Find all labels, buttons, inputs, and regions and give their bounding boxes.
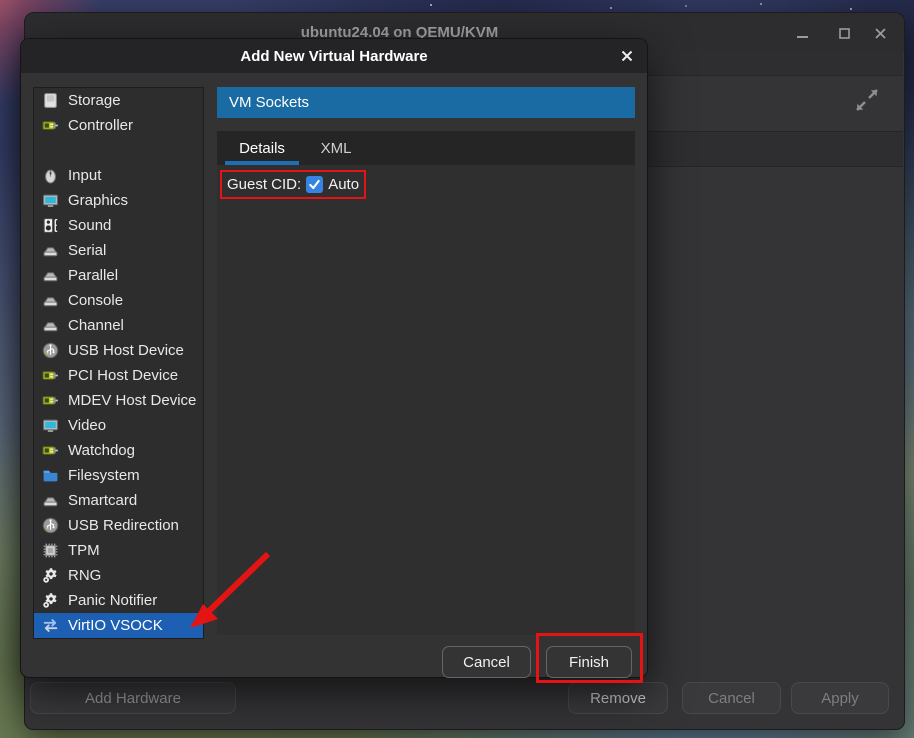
- mouse-icon: [42, 167, 59, 184]
- tab-details[interactable]: Details: [225, 131, 299, 165]
- screen: ubuntu24.04 on QEMU/KVM: [0, 0, 914, 738]
- folder-icon: [42, 467, 59, 484]
- usb-icon: [42, 517, 59, 534]
- sidebar-item-label: Input: [68, 167, 101, 184]
- sidebar-item-channel[interactable]: Channel: [34, 313, 203, 338]
- serial-device-icon: [42, 317, 59, 334]
- gears-icon: [42, 567, 59, 584]
- sidebar-item-label: Smartcard: [68, 492, 137, 509]
- tab-xml[interactable]: XML: [299, 131, 373, 165]
- sidebar-item-panic-notifier[interactable]: Panic Notifier: [34, 588, 203, 613]
- guest-cid-label: Guest CID:: [227, 176, 301, 193]
- sidebar-item-storage[interactable]: Storage: [34, 88, 203, 113]
- apply-button[interactable]: Apply: [791, 682, 889, 714]
- sidebar-item-label: USB Host Device: [68, 342, 184, 359]
- sidebar-item-rng[interactable]: RNG: [34, 563, 203, 588]
- disk-icon: [42, 92, 59, 109]
- sidebar-item-label: Video: [68, 417, 106, 434]
- dialog-close-button[interactable]: [619, 48, 635, 64]
- panel-header: VM Sockets: [217, 87, 635, 118]
- sidebar-item-label: Graphics: [68, 192, 128, 209]
- guest-cid-annotated-row: Guest CID: Auto: [220, 170, 366, 199]
- vsock-arrows-icon: [42, 617, 59, 634]
- active-tab-underline: [225, 161, 299, 165]
- panel-notebook: Details XML Guest CID: Auto: [217, 131, 635, 635]
- sidebar-item-controller[interactable]: Controller: [34, 113, 203, 138]
- sidebar-item-label: Filesystem: [68, 467, 140, 484]
- monitor-icon: [42, 192, 59, 209]
- sidebar-item-input[interactable]: Input: [34, 163, 203, 188]
- sidebar-item-label: TPM: [68, 542, 100, 559]
- sidebar-item-usb-host-device[interactable]: USB Host Device: [34, 338, 203, 363]
- auto-checkbox-label[interactable]: Auto: [328, 176, 359, 193]
- close-icon: [620, 49, 634, 63]
- vm-cancel-button[interactable]: Cancel: [682, 682, 781, 714]
- sidebar-spacer: [34, 138, 203, 163]
- sidebar-item-label: Sound: [68, 217, 111, 234]
- hardware-type-list: Storage Controller Input Graphics Sound Seria…: [33, 87, 204, 639]
- checkmark-icon: [308, 178, 321, 191]
- add-hardware-button[interactable]: Add Hardware: [30, 682, 236, 714]
- chip-green-icon: [42, 117, 59, 134]
- sidebar-item-virtio-vsock[interactable]: VirtIO VSOCK: [34, 613, 203, 638]
- speaker-icon: [42, 217, 59, 234]
- close-button[interactable]: [872, 25, 888, 41]
- chip-gray-icon: [42, 542, 59, 559]
- auto-checkbox[interactable]: [306, 176, 323, 193]
- minimize-button[interactable]: [794, 25, 810, 41]
- dialog-cancel-button[interactable]: Cancel: [442, 646, 531, 678]
- chip-green-icon: [42, 392, 59, 409]
- sidebar-item-label: Channel: [68, 317, 124, 334]
- sidebar-item-sound[interactable]: Sound: [34, 213, 203, 238]
- sidebar-item-pci-host-device[interactable]: PCI Host Device: [34, 363, 203, 388]
- sidebar-item-tpm[interactable]: TPM: [34, 538, 203, 563]
- sidebar-item-graphics[interactable]: Graphics: [34, 188, 203, 213]
- chip-green-icon: [42, 367, 59, 384]
- monitor-icon: [42, 417, 59, 434]
- sidebar-item-label: Controller: [68, 117, 133, 134]
- sidebar-item-label: MDEV Host Device: [68, 392, 196, 409]
- dialog-title: Add New Virtual Hardware: [240, 48, 427, 65]
- gears-icon: [42, 592, 59, 609]
- sidebar-item-watchdog[interactable]: Watchdog: [34, 438, 203, 463]
- dialog-titlebar[interactable]: Add New Virtual Hardware: [21, 39, 647, 73]
- sidebar-item-label: Console: [68, 292, 123, 309]
- sidebar-item-console[interactable]: Console: [34, 288, 203, 313]
- close-icon: [874, 27, 887, 40]
- tab-strip: Details XML: [217, 131, 635, 165]
- sidebar-item-mdev-host-device[interactable]: MDEV Host Device: [34, 388, 203, 413]
- maximize-button[interactable]: [836, 25, 852, 41]
- serial-device-icon: [42, 242, 59, 259]
- sidebar-item-smartcard[interactable]: Smartcard: [34, 488, 203, 513]
- sidebar-item-label: Serial: [68, 242, 106, 259]
- remove-button[interactable]: Remove: [568, 682, 668, 714]
- sidebar-item-label: Parallel: [68, 267, 118, 284]
- chip-green-icon: [42, 442, 59, 459]
- sidebar-item-label: VirtIO VSOCK: [68, 617, 163, 634]
- sidebar-item-label: Storage: [68, 92, 121, 109]
- serial-device-icon: [42, 292, 59, 309]
- sidebar-item-label: Panic Notifier: [68, 592, 157, 609]
- minimize-icon: [796, 27, 809, 40]
- usb-icon: [42, 342, 59, 359]
- wallpaper-stars: [430, 4, 432, 6]
- sidebar-item-label: Watchdog: [68, 442, 135, 459]
- sidebar-item-filesystem[interactable]: Filesystem: [34, 463, 203, 488]
- maximize-icon: [838, 27, 851, 40]
- serial-device-icon: [42, 267, 59, 284]
- sidebar-item-label: PCI Host Device: [68, 367, 178, 384]
- sidebar-item-label: USB Redirection: [68, 517, 179, 534]
- add-hardware-dialog: Add New Virtual Hardware Storage Controll…: [20, 38, 648, 678]
- finish-button[interactable]: Finish: [546, 646, 632, 678]
- serial-device-icon: [42, 492, 59, 509]
- sidebar-item-label: RNG: [68, 567, 101, 584]
- sidebar-item-usb-redirection[interactable]: USB Redirection: [34, 513, 203, 538]
- sidebar-item-video[interactable]: Video: [34, 413, 203, 438]
- sidebar-item-serial[interactable]: Serial: [34, 238, 203, 263]
- fullscreen-expand-icon[interactable]: [852, 85, 882, 115]
- sidebar-item-parallel[interactable]: Parallel: [34, 263, 203, 288]
